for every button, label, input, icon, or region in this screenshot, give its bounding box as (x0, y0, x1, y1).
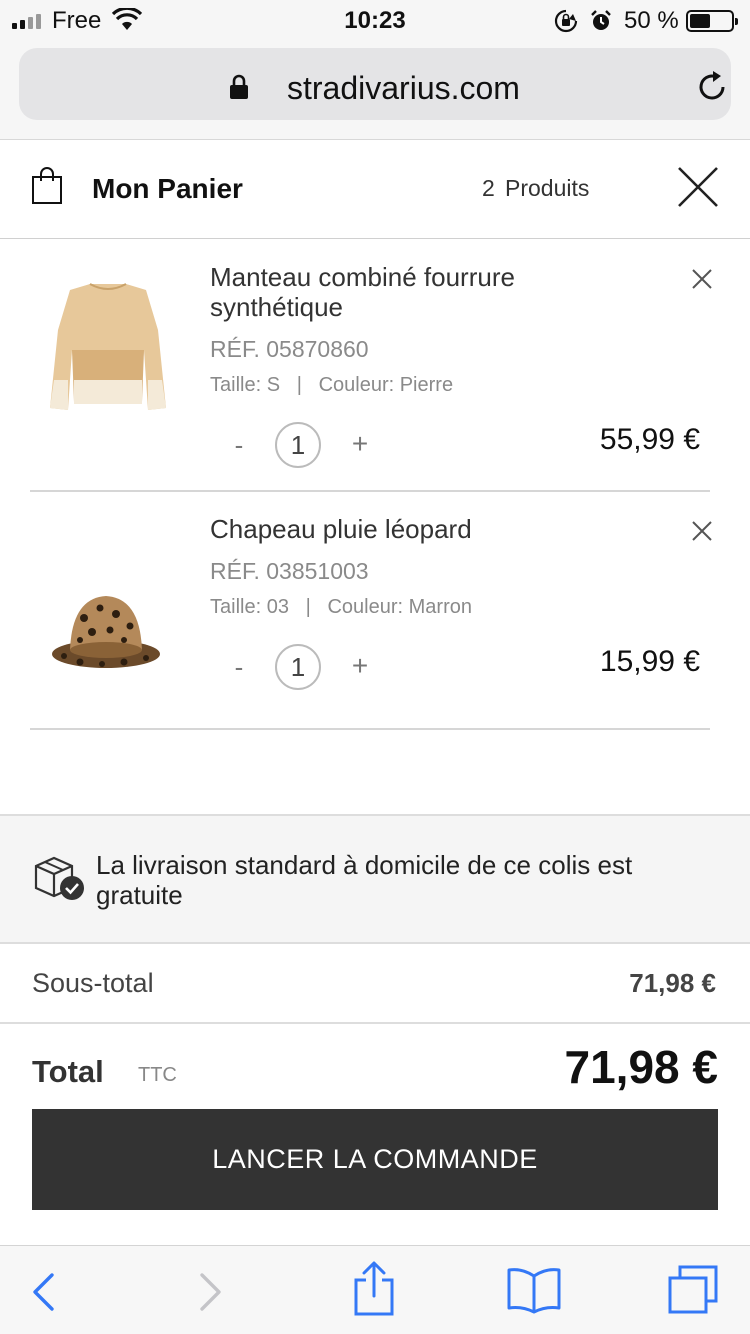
forward-icon[interactable] (198, 1272, 224, 1312)
leopard-hat-image[interactable] (50, 588, 162, 672)
url-text[interactable]: stradivarius.com (287, 70, 520, 107)
subtotal-value: 71,98 € (629, 968, 716, 998)
quantity-decrease-button[interactable]: - (229, 652, 249, 683)
browser-toolbar (0, 1245, 750, 1334)
shopping-bag-icon (32, 167, 62, 204)
remove-item-icon[interactable] (691, 520, 713, 542)
divider (30, 728, 710, 730)
battery-percentage: 50 % (624, 7, 679, 34)
remove-item-icon[interactable] (691, 268, 713, 290)
quantity-increase-button[interactable]: + (347, 428, 373, 460)
rotation-lock-icon (554, 9, 578, 33)
battery-icon (686, 10, 738, 32)
item-price: 55,99 € (599, 423, 700, 456)
delivery-notice: La livraison standard à domicile de ce c… (0, 814, 750, 944)
total-label: Total (32, 1054, 104, 1089)
item-reference: RÉF. 05870860 (210, 336, 369, 362)
quantity-value: 1 (275, 644, 321, 690)
checkout-button[interactable]: LANCER LA COMMANDE (32, 1109, 718, 1210)
subtotal-row: Sous-total 71,98 € (0, 944, 750, 1024)
bookmarks-icon[interactable] (506, 1266, 562, 1314)
item-price: 15,99 € (599, 645, 700, 678)
alarm-icon (591, 10, 611, 30)
delivery-text: La livraison standard à domicile de ce c… (96, 850, 633, 910)
item-name[interactable]: Chapeau pluie léopard (210, 514, 650, 544)
address-bar[interactable]: stradivarius.com (19, 48, 731, 120)
reload-icon[interactable] (697, 70, 729, 104)
item-reference: RÉF. 03851003 (210, 558, 369, 584)
cart-item: Chapeau pluie léopard RÉF. 03851003 Tail… (0, 492, 750, 730)
cart-count: 2 (482, 175, 495, 201)
quantity-decrease-button[interactable]: - (229, 430, 249, 461)
close-icon[interactable] (676, 165, 720, 209)
status-bar: Free 10:23 50 % (0, 0, 750, 40)
total-value: 71,98 € (564, 1041, 718, 1093)
item-name[interactable]: Manteau combiné fourrure synthétique (210, 262, 650, 322)
lock-icon (230, 74, 248, 99)
package-check-icon (34, 856, 84, 900)
tabs-icon[interactable] (666, 1264, 720, 1316)
cart-title: Mon Panier (92, 173, 243, 204)
item-attributes: Taille: 03 | Couleur: Marron (210, 596, 472, 618)
coat-image[interactable] (40, 280, 176, 420)
cart-count-label: Produits (505, 175, 590, 201)
subtotal-label: Sous-total (32, 968, 154, 998)
cart-header: Mon Panier 2 Produits (0, 141, 750, 239)
browser-address-area: stradivarius.com (0, 40, 750, 140)
back-icon[interactable] (30, 1272, 56, 1312)
item-attributes: Taille: S | Couleur: Pierre (210, 374, 454, 396)
share-icon[interactable] (352, 1260, 396, 1316)
quantity-increase-button[interactable]: + (347, 650, 373, 682)
quantity-value: 1 (275, 422, 321, 468)
tax-label: TTC (138, 1064, 177, 1086)
cart-item: Manteau combiné fourrure synthétique RÉF… (0, 240, 750, 492)
